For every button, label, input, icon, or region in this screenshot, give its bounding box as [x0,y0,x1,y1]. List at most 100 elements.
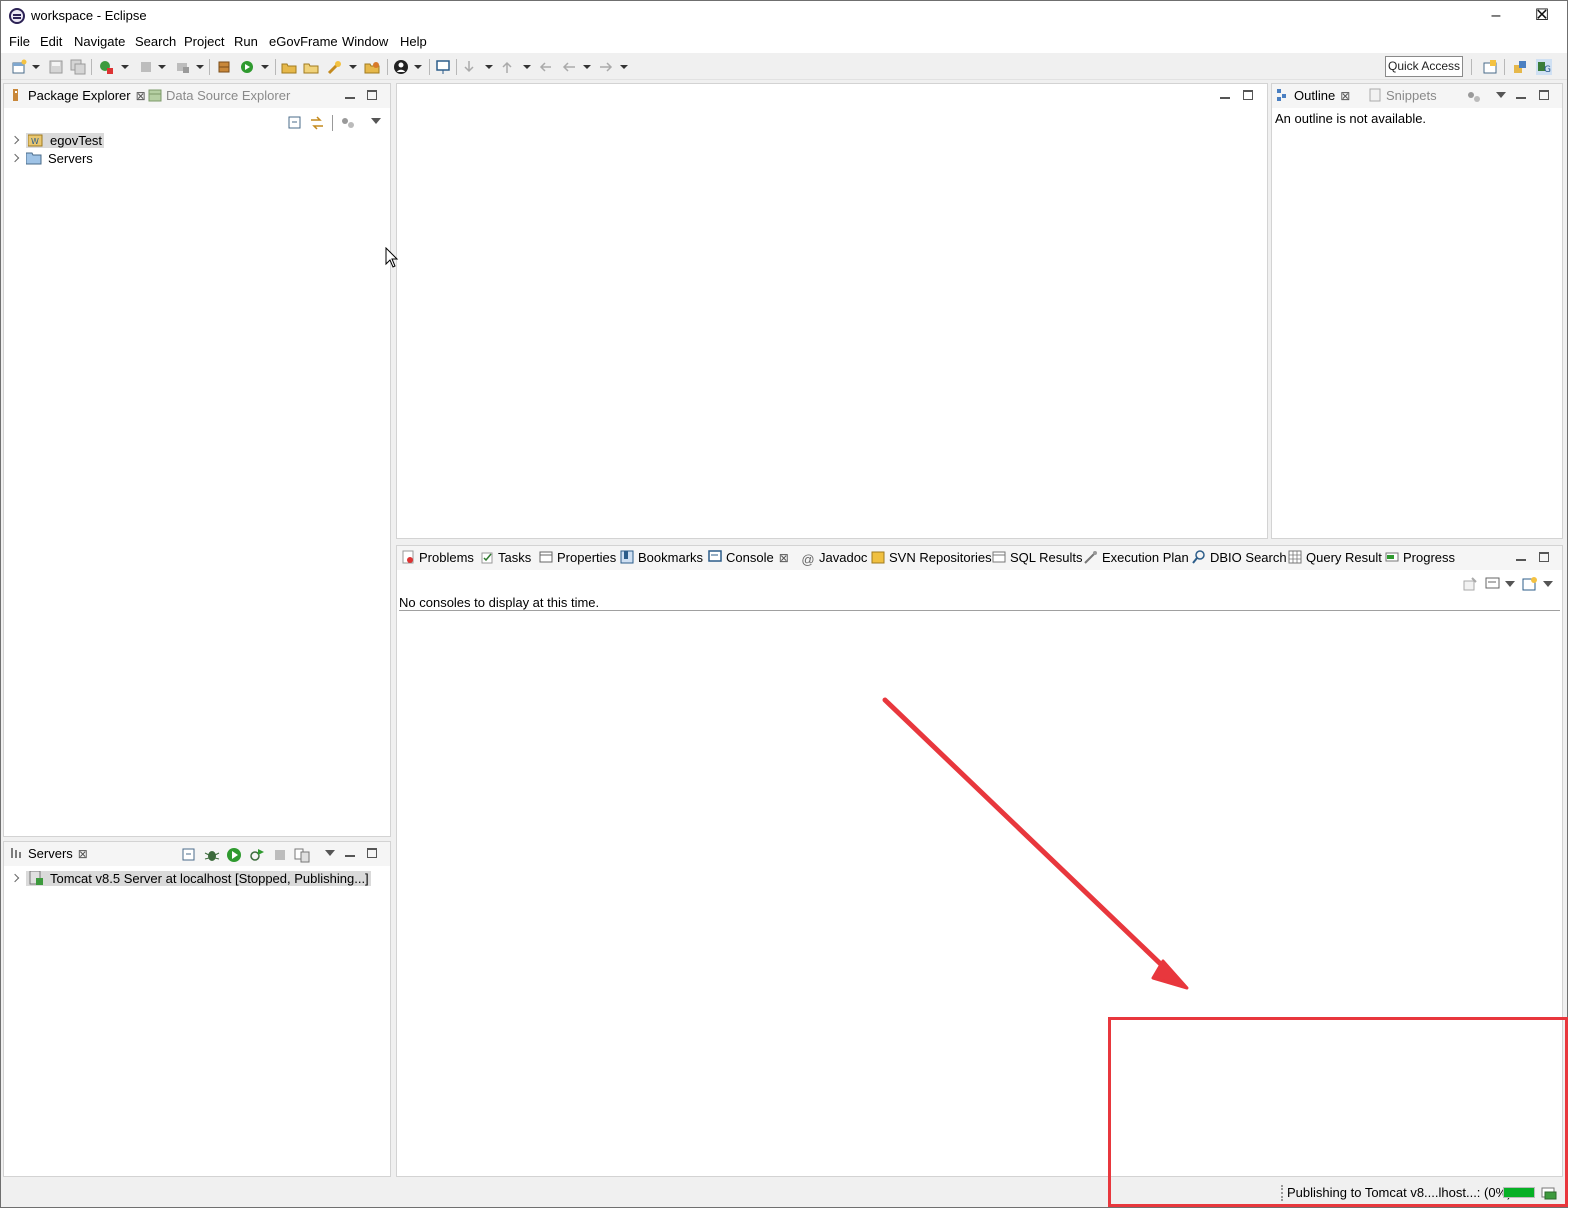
minimize-button-2[interactable] [1427,1,1473,31]
minimize-view-icon[interactable] [1516,551,1526,561]
close-tab-icon[interactable]: ⊠ [78,846,88,862]
focus-task-icon[interactable] [340,115,356,131]
minimize-view-icon[interactable] [1516,89,1526,99]
tab-execution-plan[interactable]: Execution Plan [1084,550,1189,570]
tab-console[interactable]: Console ⊠ [708,550,789,570]
tab-snippets[interactable]: Snippets [1368,88,1437,108]
stop-dropdown-icon[interactable] [158,65,166,69]
menu-help[interactable]: Help [400,34,427,49]
menu-edit[interactable]: Edit [40,34,62,49]
tab-properties[interactable]: Properties [539,550,616,570]
build-icon[interactable] [216,59,232,75]
search-icon[interactable] [327,59,343,75]
menu-run[interactable]: Run [234,34,258,49]
maximize-editor-icon[interactable] [1243,90,1253,100]
next-annotation-dropdown-icon[interactable] [485,65,493,69]
close-button[interactable]: ✕ [1519,1,1565,31]
external-tools-dropdown-icon[interactable] [196,65,204,69]
open-console-icon[interactable] [1522,576,1538,592]
tree-item-egovtest[interactable]: WegovTest [10,132,105,150]
stop-server-icon[interactable] [272,847,288,863]
profile-icon[interactable] [393,59,409,75]
profile-server-icon[interactable] [249,847,265,863]
collapse-all-icon[interactable] [181,847,197,863]
maximize-view-icon[interactable] [367,90,377,100]
maximize-view-icon[interactable] [1539,90,1549,100]
start-server-icon[interactable] [226,847,242,863]
maximize-view-icon[interactable] [1539,552,1549,562]
previous-annotation-dropdown-icon[interactable] [523,65,531,69]
expand-icon[interactable] [10,873,20,883]
debug-dropdown-icon[interactable] [121,65,129,69]
menu-search[interactable]: Search [135,34,176,49]
save-all-icon[interactable] [70,59,86,75]
close-tab-icon[interactable]: ⊠ [1340,88,1350,104]
menu-project[interactable]: Project [184,34,224,49]
stop-icon[interactable] [138,59,154,75]
quick-access-field[interactable]: Quick Access [1385,56,1463,77]
tab-sql-results[interactable]: SQL Results [992,550,1083,570]
menu-file[interactable]: File [9,34,30,49]
server-item-tomcat[interactable]: Tomcat v8.5 Server at localhost [Stopped… [10,870,371,888]
maximize-view-icon[interactable] [367,848,377,858]
tab-query-result[interactable]: Query Result [1288,550,1382,570]
open-resource-icon[interactable] [303,59,319,75]
egov-perspective-icon[interactable]: G [1536,59,1552,75]
java-ee-perspective-icon[interactable] [1512,59,1528,75]
profile-dropdown-icon[interactable] [414,65,422,69]
tab-servers[interactable]: Servers ⊠ [10,846,88,866]
previous-annotation-icon[interactable] [499,59,515,75]
open-type-icon[interactable] [281,59,297,75]
menu-window[interactable]: Window [342,34,388,49]
tab-dbio-search[interactable]: DBIO Search [1192,550,1287,570]
display-selected-console-icon[interactable] [1485,576,1501,592]
close-tab-icon[interactable]: ⊠ [136,88,146,104]
open-task-icon[interactable] [364,59,380,75]
tab-outline[interactable]: Outline ⊠ [1276,88,1350,108]
link-with-editor-icon[interactable] [309,115,325,131]
pin-console-icon[interactable] [1462,576,1478,592]
minimize-editor-icon[interactable] [1220,89,1230,99]
run-dropdown-icon[interactable] [261,65,269,69]
minimize-view-icon[interactable] [345,847,355,857]
last-edit-location-icon[interactable] [537,59,553,75]
presentation-icon[interactable] [435,59,451,75]
tab-bookmarks[interactable]: Bookmarks [620,550,703,570]
focus-task-icon[interactable] [1466,89,1482,105]
debug-server-icon[interactable] [98,59,114,75]
collapse-all-icon[interactable] [287,115,303,131]
menu-egovframe[interactable]: eGovFrame [269,34,338,49]
external-tools-icon[interactable] [175,59,191,75]
tab-package-explorer[interactable]: Package Explorer ⊠ [10,88,146,108]
tab-problems[interactable]: Problems [401,550,474,570]
expand-icon[interactable] [10,135,20,145]
view-menu-icon[interactable] [325,850,335,856]
search-dropdown-icon[interactable] [349,65,357,69]
publish-icon[interactable] [294,847,310,863]
open-perspective-icon[interactable] [1482,59,1498,75]
debug-icon[interactable] [204,847,220,863]
forward-icon[interactable] [598,59,614,75]
tree-item-servers[interactable]: Servers [10,150,93,168]
menu-navigate[interactable]: Navigate [74,34,125,49]
view-menu-icon[interactable] [371,118,381,124]
tab-svn-repositories[interactable]: SVN Repositories [871,550,992,570]
forward-dropdown-icon[interactable] [620,65,628,69]
new-icon[interactable] [11,59,27,75]
tab-progress[interactable]: Progress [1385,550,1455,570]
run-icon[interactable] [239,59,255,75]
expand-icon[interactable] [10,153,20,163]
minimize-view-icon[interactable] [345,89,355,99]
close-tab-icon[interactable]: ⊠ [779,550,789,566]
tab-data-source-explorer[interactable]: Data Source Explorer [148,88,290,108]
open-console-dropdown-icon[interactable] [1543,581,1553,587]
save-icon[interactable] [48,59,64,75]
display-console-dropdown-icon[interactable] [1505,581,1515,587]
tab-javadoc[interactable]: @ Javadoc [801,550,867,570]
tab-tasks[interactable]: Tasks [480,550,531,570]
next-annotation-icon[interactable] [461,59,477,75]
back-dropdown-icon[interactable] [583,65,591,69]
view-menu-icon[interactable] [1496,92,1506,98]
back-icon[interactable] [561,59,577,75]
new-dropdown-icon[interactable] [32,65,40,69]
